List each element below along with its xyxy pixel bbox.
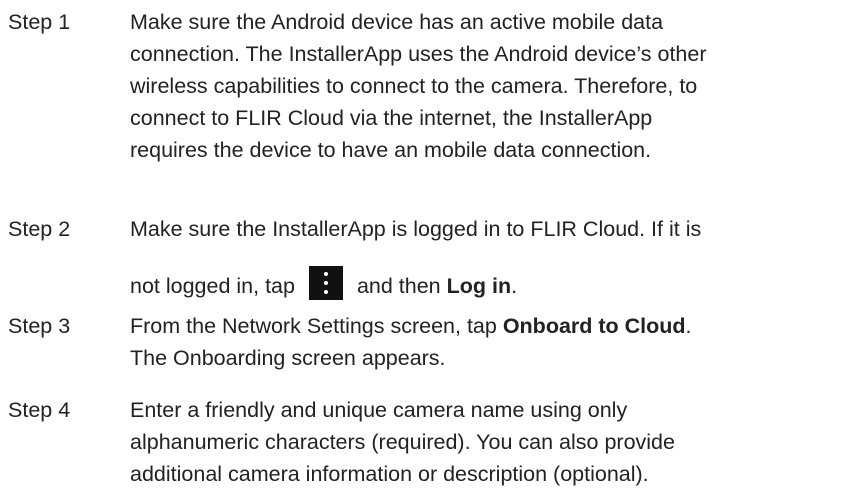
step-label: Step 1 bbox=[8, 10, 71, 34]
text-line: not logged in, tap and then Log in. bbox=[130, 266, 845, 302]
text-segment: . bbox=[685, 314, 692, 338]
text-line: requires the device to have an mobile da… bbox=[130, 138, 652, 162]
text-line: connection. The InstallerApp uses the An… bbox=[130, 42, 707, 66]
text-segment: not logged in, tap bbox=[130, 274, 295, 298]
text-segment: . bbox=[511, 274, 518, 298]
text-line: Make sure the Android device has an acti… bbox=[130, 10, 664, 34]
step-label: Step 4 bbox=[8, 398, 71, 422]
text-line: additional camera information or descrip… bbox=[130, 462, 649, 486]
step-label: Step 3 bbox=[8, 314, 71, 338]
text-line: Enter a friendly and unique camera name … bbox=[130, 398, 628, 422]
step-text: From the Network Settings screen, tap On… bbox=[130, 310, 845, 374]
text-line: Make sure the InstallerApp is logged in … bbox=[130, 217, 702, 241]
log-in-label: Log in bbox=[446, 274, 512, 298]
text-segment: and then bbox=[356, 274, 441, 298]
text-line: wireless capabilities to connect to the … bbox=[130, 74, 698, 98]
text-line: connect to FLIR Cloud via the internet, … bbox=[130, 106, 653, 130]
text-segment: From the Network Settings screen, tap bbox=[130, 314, 497, 338]
text-line: From the Network Settings screen, tap On… bbox=[130, 310, 845, 342]
text-line: alphanumeric characters (required). You … bbox=[130, 430, 675, 454]
more-vert-icon bbox=[308, 266, 343, 300]
step-text: Make sure the Android device has an acti… bbox=[130, 6, 845, 166]
step-label: Step 2 bbox=[8, 217, 71, 241]
onboard-to-cloud-label: Onboard to Cloud bbox=[502, 314, 686, 338]
text-line: The Onboarding screen appears. bbox=[130, 346, 446, 370]
step-text: Enter a friendly and unique camera name … bbox=[130, 394, 845, 490]
step-text: Make sure the InstallerApp is logged in … bbox=[130, 213, 845, 302]
